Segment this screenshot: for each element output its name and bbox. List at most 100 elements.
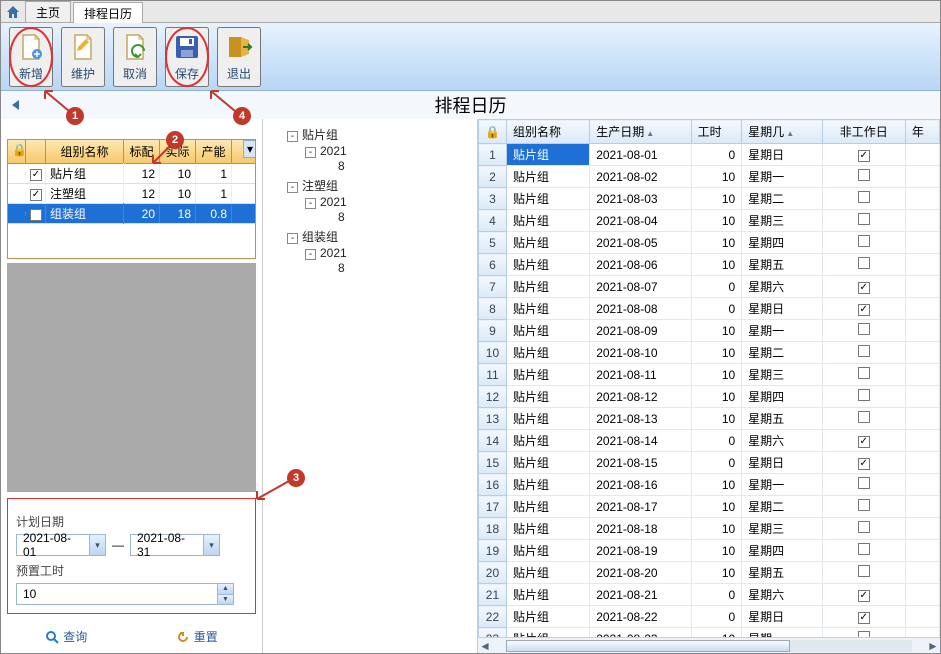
tree-node[interactable]: -20218 (305, 194, 471, 226)
cell-nonwork[interactable] (822, 518, 905, 540)
tab-home[interactable]: 主页 (25, 1, 71, 22)
reset-button[interactable]: 重置 (176, 628, 218, 645)
schedule-row[interactable]: 2贴片组2021-08-0210星期一 (479, 166, 940, 188)
tree-node[interactable]: -组装组-20218 (287, 227, 471, 278)
tree-node[interactable]: -贴片组-20218 (287, 125, 471, 176)
horizontal-scrollbar[interactable]: ◄ ► (478, 637, 940, 653)
tree-collapse-icon[interactable]: - (305, 198, 316, 209)
rg-col-hours[interactable]: 工时 (691, 120, 742, 144)
group-row[interactable]: ✓注塑组12101 (8, 184, 255, 204)
tree-node[interactable]: 8 (323, 260, 471, 276)
cell-nonwork[interactable] (822, 562, 905, 584)
tree-node[interactable]: -20218 (305, 245, 471, 277)
rg-col-date[interactable]: 生产日期▲ (590, 120, 691, 144)
cell-nonwork[interactable] (822, 540, 905, 562)
cell-nonwork[interactable]: ✓ (822, 606, 905, 628)
tree-node[interactable]: 8 (323, 209, 471, 225)
schedule-row[interactable]: 20贴片组2021-08-2010星期五 (479, 562, 940, 584)
group-grid[interactable]: ▾ 🔒 组别名称 标配 实际 产能 ✓贴片组12101✓注塑组12101✓组装组… (7, 139, 256, 259)
cell-nonwork[interactable]: ✓ (822, 452, 905, 474)
schedule-grid[interactable]: 🔒 组别名称 生产日期▲ 工时 星期几▲ 非工作日 年 1贴片组2021-08-… (478, 119, 940, 637)
schedule-row[interactable]: 22贴片组2021-08-220星期日✓ (479, 606, 940, 628)
save-button[interactable]: 保存 (165, 27, 209, 87)
cell-nonwork[interactable] (822, 210, 905, 232)
schedule-row[interactable]: 1贴片组2021-08-010星期日✓ (479, 144, 940, 166)
rg-col-nonwork[interactable]: 非工作日 (822, 120, 905, 144)
cell-nonwork[interactable] (822, 474, 905, 496)
scroll-thumb[interactable] (506, 640, 790, 652)
cell-nonwork[interactable]: ✓ (822, 276, 905, 298)
cell-nonwork[interactable] (822, 628, 905, 638)
schedule-row[interactable]: 9贴片组2021-08-0910星期一 (479, 320, 940, 342)
row-checkbox[interactable]: ✓ (30, 169, 42, 181)
cell-nonwork[interactable] (822, 320, 905, 342)
date-from-dropdown-icon[interactable]: ▾ (89, 535, 105, 555)
cell-nonwork[interactable] (822, 254, 905, 276)
cell-nonwork[interactable] (822, 364, 905, 386)
row-checkbox[interactable]: ✓ (30, 189, 42, 201)
schedule-row[interactable]: 16贴片组2021-08-1610星期一 (479, 474, 940, 496)
schedule-row[interactable]: 7贴片组2021-08-070星期六✓ (479, 276, 940, 298)
rg-col-year[interactable]: 年 (905, 120, 939, 144)
scroll-right-icon[interactable]: ► (926, 639, 940, 653)
col-cap[interactable]: 产能 (196, 140, 232, 163)
schedule-row[interactable]: 3贴片组2021-08-0310星期二 (479, 188, 940, 210)
cell-nonwork[interactable]: ✓ (822, 584, 905, 606)
exit-button[interactable]: 退出 (217, 27, 261, 87)
add-button[interactable]: 新增 (9, 27, 53, 87)
cell-nonwork[interactable] (822, 188, 905, 210)
tree-collapse-icon[interactable]: - (305, 249, 316, 260)
date-to-input[interactable]: 2021-08-31 ▾ (130, 534, 220, 556)
schedule-row[interactable]: 5贴片组2021-08-0510星期四 (479, 232, 940, 254)
maintain-button[interactable]: 维护 (61, 27, 105, 87)
spin-up-icon[interactable]: ▲ (217, 584, 233, 595)
cell-nonwork[interactable]: ✓ (822, 298, 905, 320)
schedule-row[interactable]: 15贴片组2021-08-150星期日✓ (479, 452, 940, 474)
tree-collapse-icon[interactable]: - (287, 131, 298, 142)
grid-filter-dropdown[interactable]: ▾ (243, 140, 256, 158)
schedule-row[interactable]: 17贴片组2021-08-1710星期二 (479, 496, 940, 518)
schedule-row[interactable]: 23贴片组2021-08-2310星期一 (479, 628, 940, 638)
date-from-input[interactable]: 2021-08-01 ▾ (16, 534, 106, 556)
group-row[interactable]: ✓贴片组12101 (8, 164, 255, 184)
schedule-row[interactable]: 21贴片组2021-08-210星期六✓ (479, 584, 940, 606)
schedule-row[interactable]: 12贴片组2021-08-1210星期四 (479, 386, 940, 408)
cell-nonwork[interactable]: ✓ (822, 430, 905, 452)
spin-down-icon[interactable]: ▼ (217, 595, 233, 605)
schedule-row[interactable]: 13贴片组2021-08-1310星期五 (479, 408, 940, 430)
rg-col-weekday[interactable]: 星期几▲ (742, 120, 822, 144)
schedule-row[interactable]: 11贴片组2021-08-1110星期三 (479, 364, 940, 386)
cancel-button[interactable]: 取消 (113, 27, 157, 87)
tree-collapse-icon[interactable]: - (287, 233, 298, 244)
cell-nonwork[interactable] (822, 166, 905, 188)
schedule-row[interactable]: 8贴片组2021-08-080星期日✓ (479, 298, 940, 320)
schedule-row[interactable]: 14贴片组2021-08-140星期六✓ (479, 430, 940, 452)
cell-nonwork[interactable] (822, 408, 905, 430)
cell-nonwork[interactable] (822, 342, 905, 364)
rg-col-name[interactable]: 组别名称 (506, 120, 589, 144)
cell-nonwork[interactable] (822, 496, 905, 518)
schedule-row[interactable]: 4贴片组2021-08-0410星期三 (479, 210, 940, 232)
tree-collapse-icon[interactable]: - (287, 182, 298, 193)
group-tree[interactable]: -贴片组-20218-注塑组-20218-组装组-20218 (269, 125, 471, 278)
tree-node[interactable]: 8 (323, 158, 471, 174)
nav-first-icon[interactable] (7, 98, 27, 112)
cell-nonwork[interactable] (822, 232, 905, 254)
schedule-row[interactable]: 18贴片组2021-08-1810星期三 (479, 518, 940, 540)
preset-hours-input[interactable]: 10 ▲ ▼ (16, 583, 234, 605)
schedule-row[interactable]: 6贴片组2021-08-0610星期五 (479, 254, 940, 276)
date-to-dropdown-icon[interactable]: ▾ (203, 535, 219, 555)
scroll-left-icon[interactable]: ◄ (478, 639, 492, 653)
tree-node[interactable]: -注塑组-20218 (287, 176, 471, 227)
tree-collapse-icon[interactable]: - (305, 147, 316, 158)
schedule-row[interactable]: 19贴片组2021-08-1910星期四 (479, 540, 940, 562)
row-checkbox[interactable]: ✓ (30, 209, 42, 221)
col-name[interactable]: 组别名称 (46, 140, 124, 163)
schedule-row[interactable]: 10贴片组2021-08-1010星期二 (479, 342, 940, 364)
cell-nonwork[interactable] (822, 386, 905, 408)
group-row[interactable]: ✓组装组20180.8 (8, 204, 255, 224)
query-button[interactable]: 查询 (45, 628, 87, 645)
tab-calendar[interactable]: 排程日历 (73, 2, 143, 23)
tree-node[interactable]: -20218 (305, 143, 471, 175)
cell-nonwork[interactable]: ✓ (822, 144, 905, 166)
